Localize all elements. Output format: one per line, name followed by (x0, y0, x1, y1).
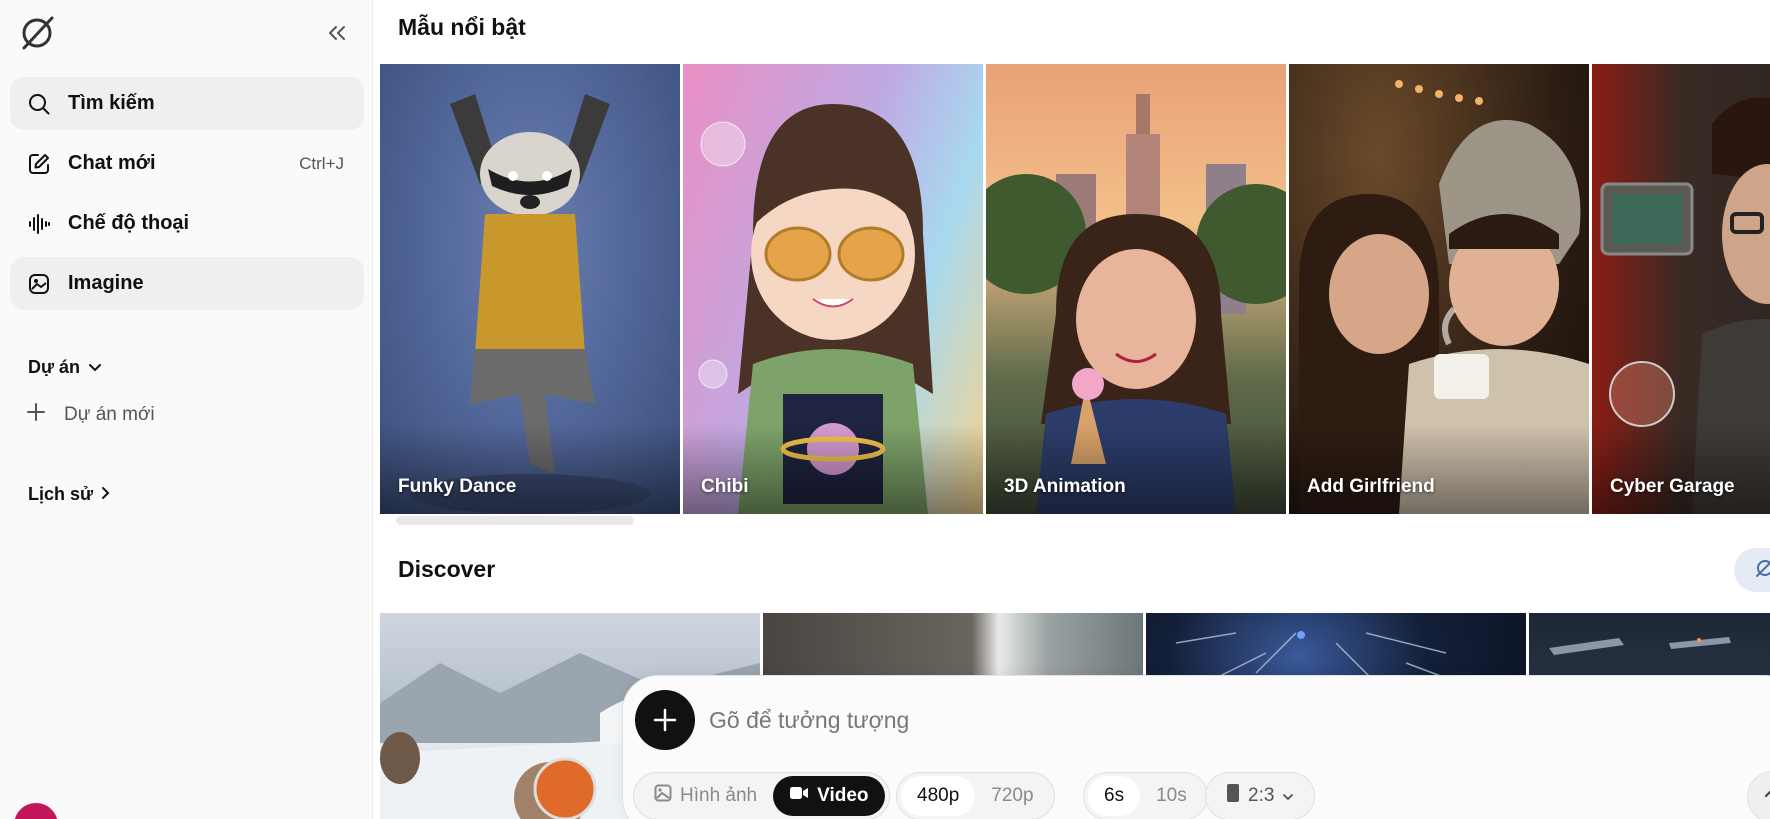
sidebar-item-label: Imagine (68, 272, 144, 294)
aspect-ratio-select[interactable]: 2:3 (1205, 772, 1316, 819)
history-section-toggle[interactable]: Lịch sử (28, 484, 111, 505)
prompt-input[interactable] (709, 698, 1509, 742)
projects-section-toggle[interactable]: Dự án (28, 357, 102, 378)
avatar[interactable] (14, 803, 58, 819)
featured-templates: Funky Dance Chibi 3D Animation Add Girlf… (380, 64, 1770, 514)
new-project-button[interactable]: Dự án mới (26, 402, 155, 428)
chevron-down-icon (88, 357, 102, 378)
edit-icon (26, 151, 52, 177)
projects-label: Dự án (28, 357, 81, 377)
template-label: Add Girlfriend (1307, 476, 1435, 497)
template-label: Funky Dance (398, 476, 517, 497)
resolution-720p-option[interactable]: 720p (975, 776, 1049, 816)
chevron-right-icon (101, 484, 111, 505)
discover-refresh-button[interactable] (1734, 548, 1770, 592)
discover-title: Discover (398, 556, 496, 582)
plus-icon (653, 708, 677, 732)
aspect-ratio-icon (1226, 783, 1240, 809)
imagine-icon (26, 271, 52, 297)
mode-video-option[interactable]: Video (773, 776, 885, 816)
arrow-up-icon (1764, 790, 1770, 798)
horizontal-scrollbar[interactable] (396, 516, 634, 525)
duration-6s-option[interactable]: 6s (1088, 776, 1141, 816)
voice-waveform-icon (26, 211, 52, 237)
aspect-ratio-value: 2:3 (1248, 785, 1275, 806)
main-content: Mẫu nổi bật Funky Dance Chibi 3D Animati… (374, 0, 1770, 819)
sidebar-item-voice-mode[interactable]: Chế độ thoại (10, 197, 364, 250)
grok-logo-icon[interactable] (18, 14, 56, 52)
sidebar-item-imagine[interactable]: Imagine (10, 257, 364, 310)
template-card[interactable]: Cyber Garage (1592, 64, 1770, 514)
sidebar: Tìm kiếm Chat mới Ctrl+J Chế độ thoại Im… (0, 0, 373, 819)
featured-title: Mẫu nổi bật (398, 14, 526, 40)
attach-button[interactable] (635, 690, 695, 750)
collapse-sidebar-icon[interactable] (322, 18, 352, 48)
mode-toggle: Hình ảnh Video (633, 772, 890, 819)
template-card[interactable]: Chibi (683, 64, 983, 514)
grok-logo-icon (1754, 557, 1770, 584)
template-card[interactable]: Add Girlfriend (1289, 64, 1589, 514)
sidebar-item-label: Tìm kiếm (68, 92, 155, 114)
sidebar-item-label: Chat mới (68, 152, 156, 174)
template-card[interactable]: Funky Dance (380, 64, 680, 514)
sidebar-item-new-chat[interactable]: Chat mới Ctrl+J (10, 137, 364, 190)
history-label: Lịch sử (28, 484, 94, 504)
template-label: Chibi (701, 476, 749, 497)
duration-toggle: 6s 10s (1083, 772, 1208, 819)
resolution-480p-option[interactable]: 480p (901, 776, 976, 816)
image-icon (654, 784, 672, 808)
sidebar-item-search[interactable]: Tìm kiếm (10, 77, 364, 130)
sidebar-item-label: Chế độ thoại (68, 212, 190, 234)
resolution-toggle: 480p 720p (896, 772, 1055, 819)
send-button[interactable] (1747, 771, 1770, 819)
video-camera-icon (789, 785, 809, 807)
shortcut-hint: Ctrl+J (299, 153, 344, 173)
prompt-composer: Hình ảnh Video 480p 720p 6s 10s 2:3 (622, 675, 1770, 819)
mode-image-option[interactable]: Hình ảnh (638, 776, 773, 816)
chevron-down-icon (1282, 785, 1294, 807)
template-card[interactable]: 3D Animation (986, 64, 1286, 514)
template-label: Cyber Garage (1610, 476, 1735, 497)
new-project-label: Dự án mới (64, 404, 155, 425)
search-icon (26, 91, 52, 117)
template-label: 3D Animation (1004, 476, 1126, 497)
duration-10s-option[interactable]: 10s (1140, 776, 1203, 816)
plus-icon (26, 402, 46, 428)
